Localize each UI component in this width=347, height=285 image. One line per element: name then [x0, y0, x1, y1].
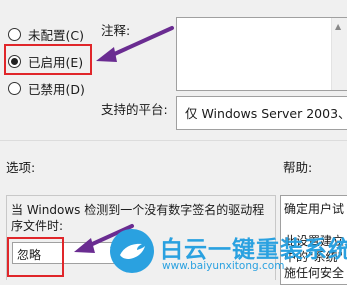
- watermark-title: 白云一键重装系统: [160, 237, 347, 263]
- arrow-to-enabled: [96, 26, 174, 62]
- watermark: 白云一键重装系统 www.baiyunxitong.com: [110, 226, 347, 280]
- bird-logo-icon: [110, 229, 154, 273]
- watermark-url: www.baiyunxitong.com: [162, 260, 285, 272]
